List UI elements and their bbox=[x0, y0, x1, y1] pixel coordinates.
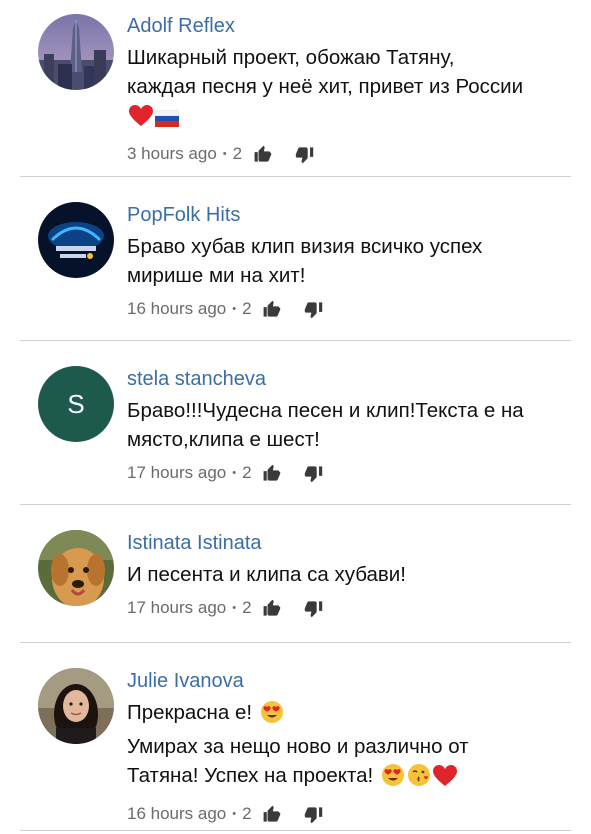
thumbs-down-icon bbox=[304, 806, 323, 823]
comment-meta: 16 hours ago • 2 bbox=[127, 296, 571, 322]
red-heart-icon bbox=[432, 765, 457, 795]
comment-line: Браво!!!Чудесна песен и клип!Текста е на bbox=[127, 399, 524, 422]
comment-text: Браво хубав клип визия всичко успех мириш… bbox=[127, 232, 571, 290]
comment-author[interactable]: Adolf Reflex bbox=[127, 14, 571, 40]
like-button[interactable] bbox=[250, 142, 274, 166]
comment-line: място,клипа е шест! bbox=[127, 428, 320, 451]
separator-dot: • bbox=[232, 602, 237, 614]
like-button[interactable] bbox=[260, 461, 284, 485]
comment-meta: 17 hours ago • 2 bbox=[127, 460, 571, 486]
dislike-button[interactable] bbox=[302, 596, 326, 620]
flag-russia-icon bbox=[154, 106, 180, 135]
comment-time: 17 hours ago bbox=[127, 463, 227, 482]
divider bbox=[20, 642, 571, 643]
comment-time: 16 hours ago bbox=[127, 299, 227, 318]
comment-author[interactable]: Julie Ivanova bbox=[127, 669, 571, 695]
divider bbox=[20, 504, 571, 505]
comment-line: Татяна! Успех на проекта! bbox=[127, 764, 374, 787]
like-count: 2 bbox=[242, 804, 252, 823]
separator-dot: • bbox=[222, 148, 227, 160]
comment-meta: 16 hours ago • 2 bbox=[127, 801, 571, 827]
comment-line: каждая песня у неё хит, привет из России bbox=[127, 75, 524, 98]
avatar[interactable] bbox=[38, 14, 114, 90]
like-count: 2 bbox=[242, 598, 252, 617]
comment-text: И песента и клипа са хубави! bbox=[127, 560, 571, 589]
comment-text: Шикарный проект, обожаю Татяну, каждая пе… bbox=[127, 43, 571, 135]
dislike-button[interactable] bbox=[302, 461, 326, 485]
divider bbox=[20, 830, 571, 831]
thumbs-up-icon bbox=[263, 805, 281, 822]
like-count: 2 bbox=[242, 463, 252, 482]
comment-time: 17 hours ago bbox=[127, 598, 227, 617]
comment-author[interactable]: stela stancheva bbox=[127, 367, 571, 393]
like-count: 2 bbox=[232, 144, 243, 163]
thumbs-down-icon bbox=[295, 146, 313, 163]
like-count: 2 bbox=[242, 299, 252, 318]
separator-dot: • bbox=[232, 808, 237, 820]
divider bbox=[20, 340, 571, 341]
avatar[interactable]: S bbox=[38, 366, 114, 442]
avatar[interactable] bbox=[38, 530, 114, 606]
heart-eyes-face-icon bbox=[260, 700, 284, 732]
dislike-button[interactable] bbox=[292, 142, 316, 166]
comment-time: 3 hours ago bbox=[127, 144, 217, 163]
heart-eyes-face-icon bbox=[381, 763, 405, 795]
thumbs-up-icon bbox=[263, 300, 281, 317]
separator-dot: • bbox=[232, 467, 237, 479]
like-button[interactable] bbox=[260, 802, 284, 826]
dislike-button[interactable] bbox=[302, 297, 326, 321]
separator-dot: • bbox=[232, 303, 237, 315]
thumbs-down-icon bbox=[304, 465, 323, 482]
dislike-button[interactable] bbox=[302, 802, 326, 826]
divider bbox=[20, 176, 571, 177]
thumbs-down-icon bbox=[304, 600, 323, 617]
comment-time: 16 hours ago bbox=[127, 804, 227, 823]
kissing-face-icon bbox=[407, 763, 431, 795]
comment-line: Умирах за нещо ново и различно от bbox=[127, 735, 469, 758]
comment-line: Прекрасна е! bbox=[127, 701, 253, 724]
avatar[interactable] bbox=[38, 202, 114, 278]
like-button[interactable] bbox=[260, 596, 284, 620]
comment-text: Браво!!!Чудесна песен и клип!Текста е на… bbox=[127, 396, 571, 454]
comment-line: И песента и клипа са хубави! bbox=[127, 563, 406, 586]
comment-meta: 3 hours ago • 2 bbox=[127, 141, 571, 167]
like-button[interactable] bbox=[260, 297, 284, 321]
comment-line: Браво хубав клип визия всичко успех bbox=[127, 235, 483, 258]
avatar-letter: S bbox=[67, 388, 85, 419]
comment-meta: 17 hours ago • 2 bbox=[127, 595, 571, 621]
comment-author[interactable]: Istinata Istinata bbox=[127, 531, 571, 557]
red-heart-icon bbox=[129, 105, 153, 135]
comment-text: Прекрасна е! Умирах за нещо ново и разли… bbox=[127, 698, 571, 795]
thumbs-up-icon bbox=[263, 464, 281, 481]
avatar[interactable] bbox=[38, 668, 114, 744]
comment-line: Шикарный проект, обожаю Татяну, bbox=[127, 46, 455, 69]
comment-line: мирише ми на хит! bbox=[127, 264, 306, 287]
comment-author[interactable]: PopFolk Hits bbox=[127, 203, 571, 229]
thumbs-down-icon bbox=[304, 301, 323, 318]
thumbs-up-icon bbox=[254, 145, 271, 162]
thumbs-up-icon bbox=[263, 599, 281, 616]
